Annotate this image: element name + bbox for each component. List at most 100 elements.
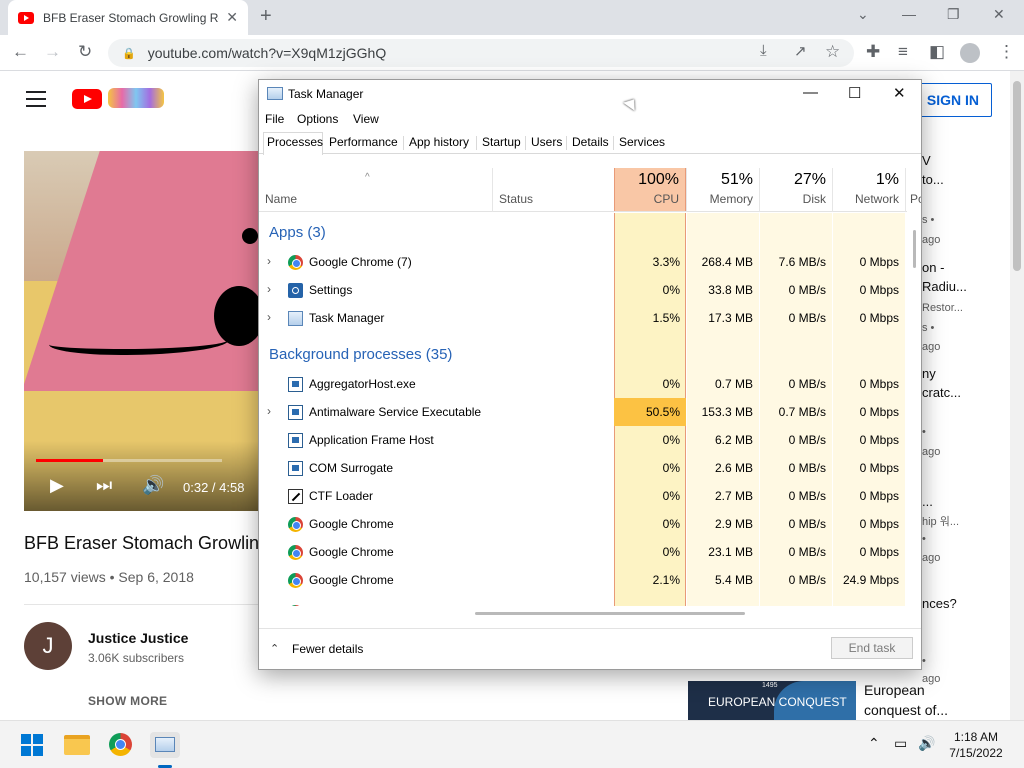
tm-maximize-button[interactable]: ☐ [848, 84, 861, 102]
tm-minimize-button[interactable]: — [803, 84, 818, 101]
task-manager-taskbar-icon[interactable] [150, 732, 180, 758]
clock[interactable]: 1:18 AM 7/15/2022 [946, 729, 1006, 761]
chevron-right-icon[interactable]: › [267, 282, 271, 296]
menu-options[interactable]: Options [297, 112, 338, 126]
chevron-right-icon[interactable]: › [267, 254, 271, 268]
column-power[interactable]: Po [906, 168, 921, 211]
hamburger-menu-icon[interactable] [26, 91, 46, 112]
media-icon[interactable]: ≡ [898, 42, 908, 62]
column-cpu[interactable]: 100% CPU [614, 168, 686, 211]
process-row[interactable]: › Google Chrome (7) 3.3% 268.4 MB 7.6 MB/s 0 … [259, 248, 907, 276]
tab-performance[interactable]: Performance [329, 135, 398, 149]
tab-app-history[interactable]: App history [409, 135, 469, 149]
sidebar-fragment[interactable]: to... [922, 172, 944, 187]
sidebar-fragment[interactable]: ago [922, 552, 940, 564]
youtube-logo-icon[interactable] [72, 89, 102, 109]
show-more-button[interactable]: SHOW MORE [88, 694, 167, 708]
column-network[interactable]: 1% Network [833, 168, 905, 211]
install-icon[interactable]: ⤓ [760, 42, 767, 59]
process-list[interactable]: Apps (3) Background processes (35) › Goog… [259, 213, 907, 606]
recommendation-title[interactable]: European [864, 682, 925, 698]
horizontal-scrollbar[interactable] [475, 612, 745, 615]
page-scrollbar[interactable] [1010, 71, 1024, 720]
sidebar-fragment[interactable]: cratc... [922, 385, 961, 400]
process-row[interactable]: › Settings 0% 33.8 MB 0 MB/s 0 Mbps [259, 276, 907, 304]
tab-close-icon[interactable]: ✕ [226, 9, 238, 26]
minimize-button[interactable]: — [902, 6, 916, 22]
page-scrollbar-thumb[interactable] [1013, 81, 1021, 271]
sidebar-fragment[interactable]: hip 워... [922, 513, 959, 529]
menu-file[interactable]: File [265, 112, 284, 126]
process-row[interactable]: Application Frame Host 0% 6.2 MB 0 MB/s 0 Mb… [259, 426, 907, 454]
sidebar-fragment[interactable]: Radiu... [922, 279, 967, 294]
tab-users[interactable]: Users [531, 135, 562, 149]
address-bar[interactable]: 🔒 youtube.com/watch?v=X9qM1zjGGhQ [108, 39, 854, 67]
back-icon[interactable]: ← [12, 42, 29, 62]
recommendation-thumbnail[interactable]: 1495 EUROPEAN CONQUEST [688, 681, 856, 720]
channel-name[interactable]: Justice Justice [88, 630, 188, 646]
profile-icon[interactable] [960, 43, 980, 63]
sidebar-fragment[interactable]: s • [922, 322, 934, 334]
process-row[interactable]: Google Chrome 0% 23.1 MB 0 MB/s 0 Mbps [259, 538, 907, 566]
volume-icon[interactable]: 🔊 [142, 475, 164, 496]
sidebar-fragment[interactable]: Restor... [922, 302, 963, 314]
star-icon[interactable]: ☆ [825, 42, 840, 62]
chevron-right-icon[interactable]: › [267, 310, 271, 324]
process-row[interactable]: Google Chrome 2.1% 5.4 MB 0 MB/s 24.9 Mbps [259, 566, 907, 594]
tab-startup[interactable]: Startup [482, 135, 521, 149]
sidebar-fragment[interactable]: ago [922, 673, 940, 685]
recommendation-title-2[interactable]: conquest of... [864, 702, 948, 718]
tray-chevron-icon[interactable]: ⌃ [868, 735, 880, 752]
sidebar-fragment[interactable]: nces? [922, 596, 957, 611]
tm-close-button[interactable]: ✕ [893, 84, 906, 102]
chevron-right-icon[interactable]: › [267, 404, 271, 418]
new-tab-button[interactable]: + [260, 5, 272, 28]
restore-button[interactable]: ❐ [947, 6, 960, 23]
reload-icon[interactable]: ↻ [78, 42, 92, 62]
process-row[interactable]: › Antimalware Service Executable 50.5% 153.… [259, 398, 907, 426]
task-manager-titlebar[interactable]: Task Manager — ☐ ✕ [259, 80, 921, 108]
channel-avatar[interactable]: J [24, 622, 72, 670]
chevron-down-icon[interactable]: ⌄ [857, 6, 869, 23]
menu-icon[interactable]: ⋮ [998, 42, 1015, 62]
fewer-details-link[interactable]: Fewer details [292, 642, 363, 656]
sidepanel-icon[interactable]: ◧ [929, 42, 945, 62]
lock-icon[interactable]: 🔒 [122, 47, 136, 60]
speaker-icon[interactable]: 🔊 [918, 735, 935, 752]
sidebar-fragment[interactable]: ago [922, 341, 940, 353]
vertical-scrollbar[interactable] [913, 230, 916, 268]
column-status[interactable]: Status [493, 168, 614, 211]
sidebar-fragment[interactable]: ... [922, 494, 933, 509]
menu-view[interactable]: View [353, 112, 379, 126]
browser-tab[interactable]: BFB Eraser Stomach Growling Re ✕ [8, 0, 248, 35]
column-disk[interactable]: 27% Disk [760, 168, 832, 211]
process-row[interactable]: Google Chrome 0% 2.9 MB 0 MB/s 0 Mbps [259, 510, 907, 538]
sidebar-fragment[interactable]: ny [922, 366, 936, 381]
tab-details[interactable]: Details [572, 135, 609, 149]
sidebar-fragment[interactable]: • [922, 533, 926, 545]
sidebar-fragment[interactable]: ago [922, 446, 940, 458]
play-icon[interactable]: ▶ [50, 475, 64, 496]
chevron-up-icon[interactable]: ⌃ [270, 642, 279, 655]
extensions-icon[interactable]: ✚ [866, 42, 880, 62]
youtube-doodle-logo[interactable] [108, 88, 164, 108]
process-row-partial[interactable] [259, 598, 907, 606]
sidebar-fragment[interactable]: on - [922, 260, 944, 275]
end-task-button[interactable]: End task [831, 637, 913, 659]
chrome-taskbar-icon[interactable] [109, 733, 132, 756]
column-name[interactable]: Name [259, 168, 492, 211]
close-button[interactable]: ✕ [993, 6, 1005, 23]
sidebar-fragment[interactable]: ago [922, 234, 940, 246]
process-row[interactable]: COM Surrogate 0% 2.6 MB 0 MB/s 0 Mbps [259, 454, 907, 482]
column-memory[interactable]: 51% Memory [687, 168, 759, 211]
tab-services[interactable]: Services [619, 135, 665, 149]
share-icon[interactable]: ↗ [794, 42, 807, 60]
sidebar-fragment[interactable]: • [922, 655, 926, 667]
sidebar-fragment[interactable]: V [922, 153, 931, 168]
file-explorer-icon[interactable] [64, 735, 90, 755]
network-icon[interactable]: ▭ [894, 735, 907, 752]
process-row[interactable]: CTF Loader 0% 2.7 MB 0 MB/s 0 Mbps [259, 482, 907, 510]
video-progress-bar[interactable] [36, 459, 222, 462]
forward-icon[interactable]: → [44, 42, 61, 62]
sidebar-fragment[interactable]: s • [922, 214, 934, 226]
